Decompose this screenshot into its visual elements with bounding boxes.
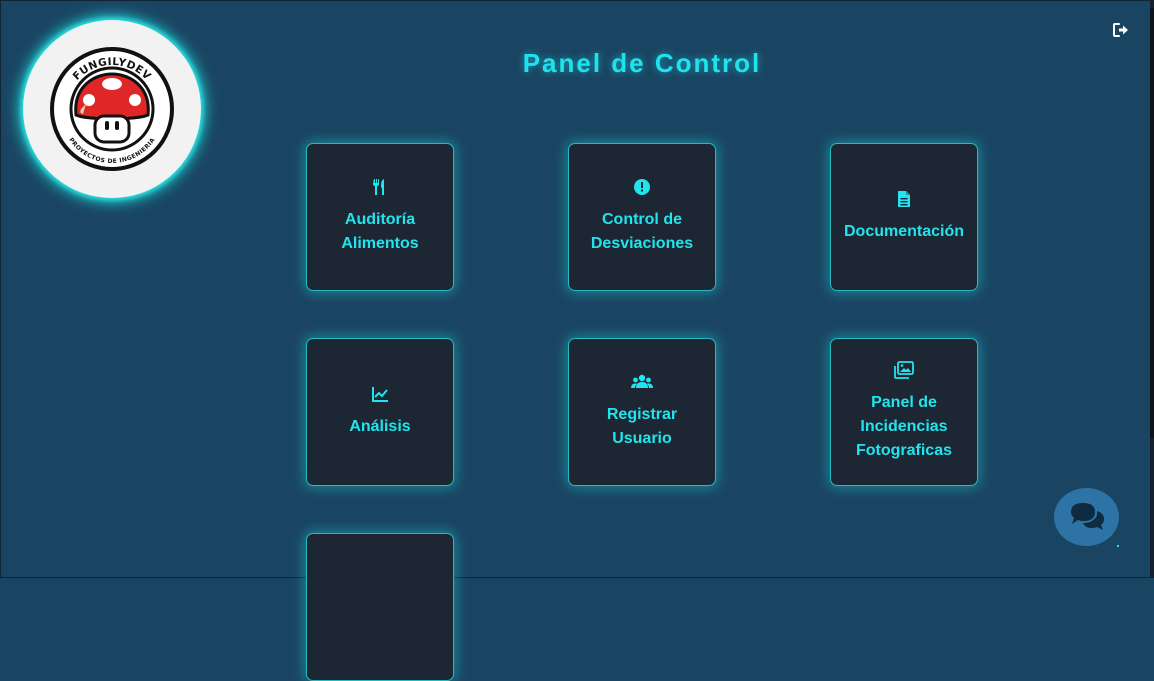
exclamation-circle-icon xyxy=(634,179,650,195)
decorative-dot xyxy=(1117,545,1119,547)
card-registrar-usuario[interactable]: Registrar Usuario xyxy=(568,338,716,486)
file-icon xyxy=(898,191,910,207)
card-analisis[interactable]: Análisis xyxy=(306,338,454,486)
logout-button[interactable] xyxy=(1112,22,1130,38)
card-label: Auditoría Alimentos xyxy=(341,211,419,252)
users-icon xyxy=(631,374,653,388)
card-label: Panel de Incidencias Fotograficas xyxy=(855,394,952,459)
card-panel-incidencias[interactable]: Panel de Incidencias Fotograficas xyxy=(830,338,978,486)
card-partial[interactable] xyxy=(306,533,454,681)
chat-button[interactable] xyxy=(1054,488,1119,546)
scrollbar[interactable] xyxy=(1150,0,1154,578)
card-label: Control de Desviaciones xyxy=(590,211,694,252)
card-label: Registrar Usuario xyxy=(606,406,678,447)
card-label: Documentación xyxy=(843,223,964,240)
chart-line-icon xyxy=(372,387,388,402)
images-icon xyxy=(894,361,914,379)
mushroom-logo-icon: FUNGILYDEV PROYECTOS DE INGENIERIA xyxy=(50,47,174,171)
card-control-desviaciones[interactable]: Control de Desviaciones xyxy=(568,143,716,291)
page-title: Panel de Control xyxy=(522,48,762,78)
card-auditoria-alimentos[interactable]: Auditoría Alimentos xyxy=(306,143,454,291)
comments-icon xyxy=(1071,503,1104,530)
logo: FUNGILYDEV PROYECTOS DE INGENIERIA xyxy=(23,20,201,198)
sign-out-icon xyxy=(1113,23,1128,37)
utensils-icon xyxy=(373,179,384,195)
card-documentacion[interactable]: Documentación xyxy=(830,143,978,291)
card-label: Análisis xyxy=(349,418,411,435)
